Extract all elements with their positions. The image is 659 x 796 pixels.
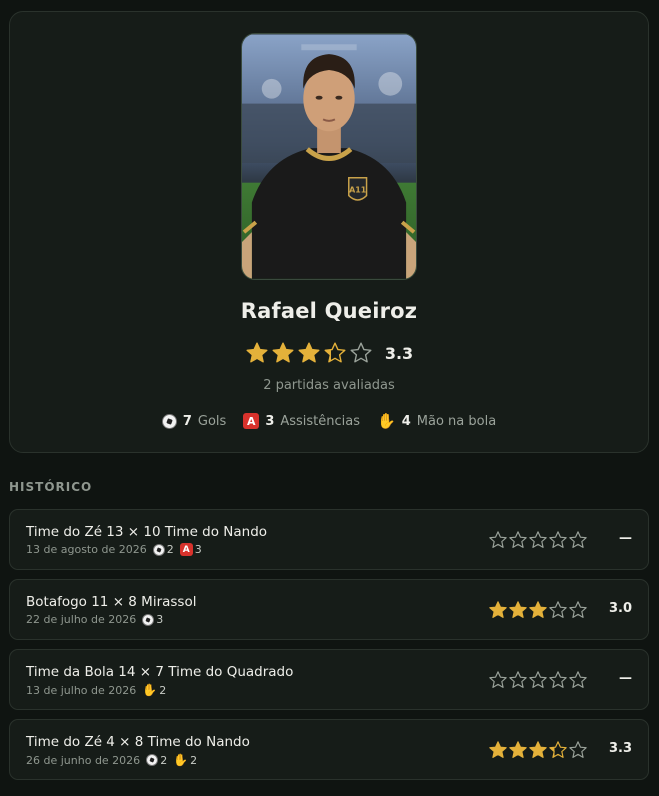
match-title: Botafogo 11 × 8 Mirassol	[26, 594, 197, 610]
stat-hands-label: Mão na bola	[416, 413, 497, 429]
star-icon	[246, 342, 268, 363]
star-icon	[549, 601, 567, 618]
player-profile-card: A11 Rafael Queiroz 3.3 2 partidas avalia…	[9, 11, 649, 453]
stat-goals: 7 Gols	[161, 413, 227, 429]
match-date: 13 de agosto de 2026	[26, 543, 147, 556]
star-icon	[529, 601, 547, 618]
match-hands: ✋ 2	[142, 683, 166, 697]
match-rating-stars	[488, 670, 588, 690]
star-icon	[549, 531, 567, 548]
match-goals-value: 2	[160, 753, 168, 767]
player-name: Rafael Queiroz	[240, 299, 418, 323]
match-meta: 13 de julho de 2026 ✋ 2	[26, 683, 166, 697]
match-row[interactable]: Time do Zé 4 × 8 Time do Nando 26 de jun…	[9, 719, 649, 780]
match-date: 26 de junho de 2026	[26, 753, 141, 767]
match-title: Time da Bola 14 × 7 Time do Quadrado	[26, 664, 294, 680]
star-icon	[509, 671, 527, 688]
match-rating-value: 3.3	[608, 741, 632, 756]
soccer-ball-icon	[152, 543, 165, 556]
history-section-title: HISTÓRICO	[9, 480, 93, 494]
stat-goals-value: 7	[182, 413, 192, 429]
star-icon	[529, 671, 547, 688]
match-goals: 2	[146, 754, 167, 767]
match-rating-value: 3.0	[608, 601, 632, 616]
star-icon	[529, 531, 547, 548]
player-photo: A11	[241, 33, 417, 280]
match-meta: 13 de agosto de 2026 2 A3	[26, 543, 202, 556]
soccer-ball-icon	[146, 754, 159, 766]
star-icon	[509, 531, 527, 548]
jersey-badge-text: A11	[349, 186, 366, 195]
match-hands-value: 2	[159, 683, 167, 697]
match-title: Time do Zé 13 × 10 Time do Nando	[26, 524, 268, 540]
match-assists-value: 3	[194, 543, 202, 556]
star-icon	[569, 601, 587, 618]
match-meta: 26 de junho de 2026 2 ✋ 2	[26, 753, 197, 767]
hand-icon: ✋	[377, 412, 396, 430]
star-icon	[569, 531, 587, 548]
stat-goals-label: Gols	[197, 413, 227, 429]
assist-icon: A	[243, 413, 260, 429]
assist-icon: A	[179, 543, 193, 556]
rated-matches-count: 2 partidas avaliadas	[263, 378, 395, 393]
star-icon	[529, 741, 547, 758]
match-assists: A3	[179, 543, 202, 556]
stat-hands-value: 4	[401, 413, 411, 429]
match-goals: 2	[152, 543, 174, 556]
star-icon	[272, 342, 294, 363]
match-row[interactable]: Time do Zé 13 × 10 Time do Nando 13 de a…	[9, 509, 649, 570]
match-rating-value: —	[619, 671, 632, 686]
star-icon	[350, 342, 372, 363]
match-meta: 22 de julho de 2026 3	[26, 613, 163, 626]
rating-score: 3.3	[384, 343, 414, 363]
match-rating-stars	[488, 740, 588, 760]
star-icon	[489, 531, 507, 548]
star-icon	[549, 741, 567, 758]
stat-hands: ✋ 4 Mão na bola	[377, 412, 496, 430]
star-icon	[489, 601, 507, 618]
match-goals: 3	[142, 613, 163, 626]
star-icon	[324, 342, 346, 363]
match-goals-value: 2	[166, 543, 174, 556]
hand-icon: ✋	[173, 753, 189, 767]
player-stats: 7 Gols A 3 Assistências ✋ 4 Mão na bola	[10, 412, 648, 430]
soccer-ball-icon	[142, 613, 155, 626]
star-icon	[489, 741, 507, 758]
match-date: 22 de julho de 2026	[26, 613, 137, 626]
star-icon	[509, 601, 527, 618]
star-icon	[569, 741, 587, 758]
match-rating-stars	[488, 600, 588, 620]
stat-assists: A 3 Assistências	[243, 413, 360, 429]
hand-icon: ✋	[142, 683, 158, 697]
match-row[interactable]: Time da Bola 14 × 7 Time do Quadrado 13 …	[9, 649, 649, 710]
match-title: Time do Zé 4 × 8 Time do Nando	[26, 734, 250, 750]
star-icon	[298, 342, 320, 363]
match-rating-stars	[488, 530, 588, 550]
match-date: 13 de julho de 2026	[26, 683, 137, 697]
rating-stars	[245, 341, 373, 365]
star-icon	[489, 671, 507, 688]
star-icon	[549, 671, 567, 688]
match-rating-value: —	[619, 531, 632, 546]
match-hands: ✋ 2	[173, 753, 197, 767]
star-icon	[509, 741, 527, 758]
match-row[interactable]: Botafogo 11 × 8 Mirassol 22 de julho de …	[9, 579, 649, 640]
soccer-ball-icon	[161, 413, 177, 429]
stat-assists-label: Assistências	[280, 413, 361, 429]
player-rating: 3.3	[10, 341, 648, 365]
match-goals-value: 3	[156, 613, 164, 626]
star-icon	[569, 671, 587, 688]
stat-assists-value: 3	[265, 413, 275, 429]
match-hands-value: 2	[190, 753, 198, 767]
